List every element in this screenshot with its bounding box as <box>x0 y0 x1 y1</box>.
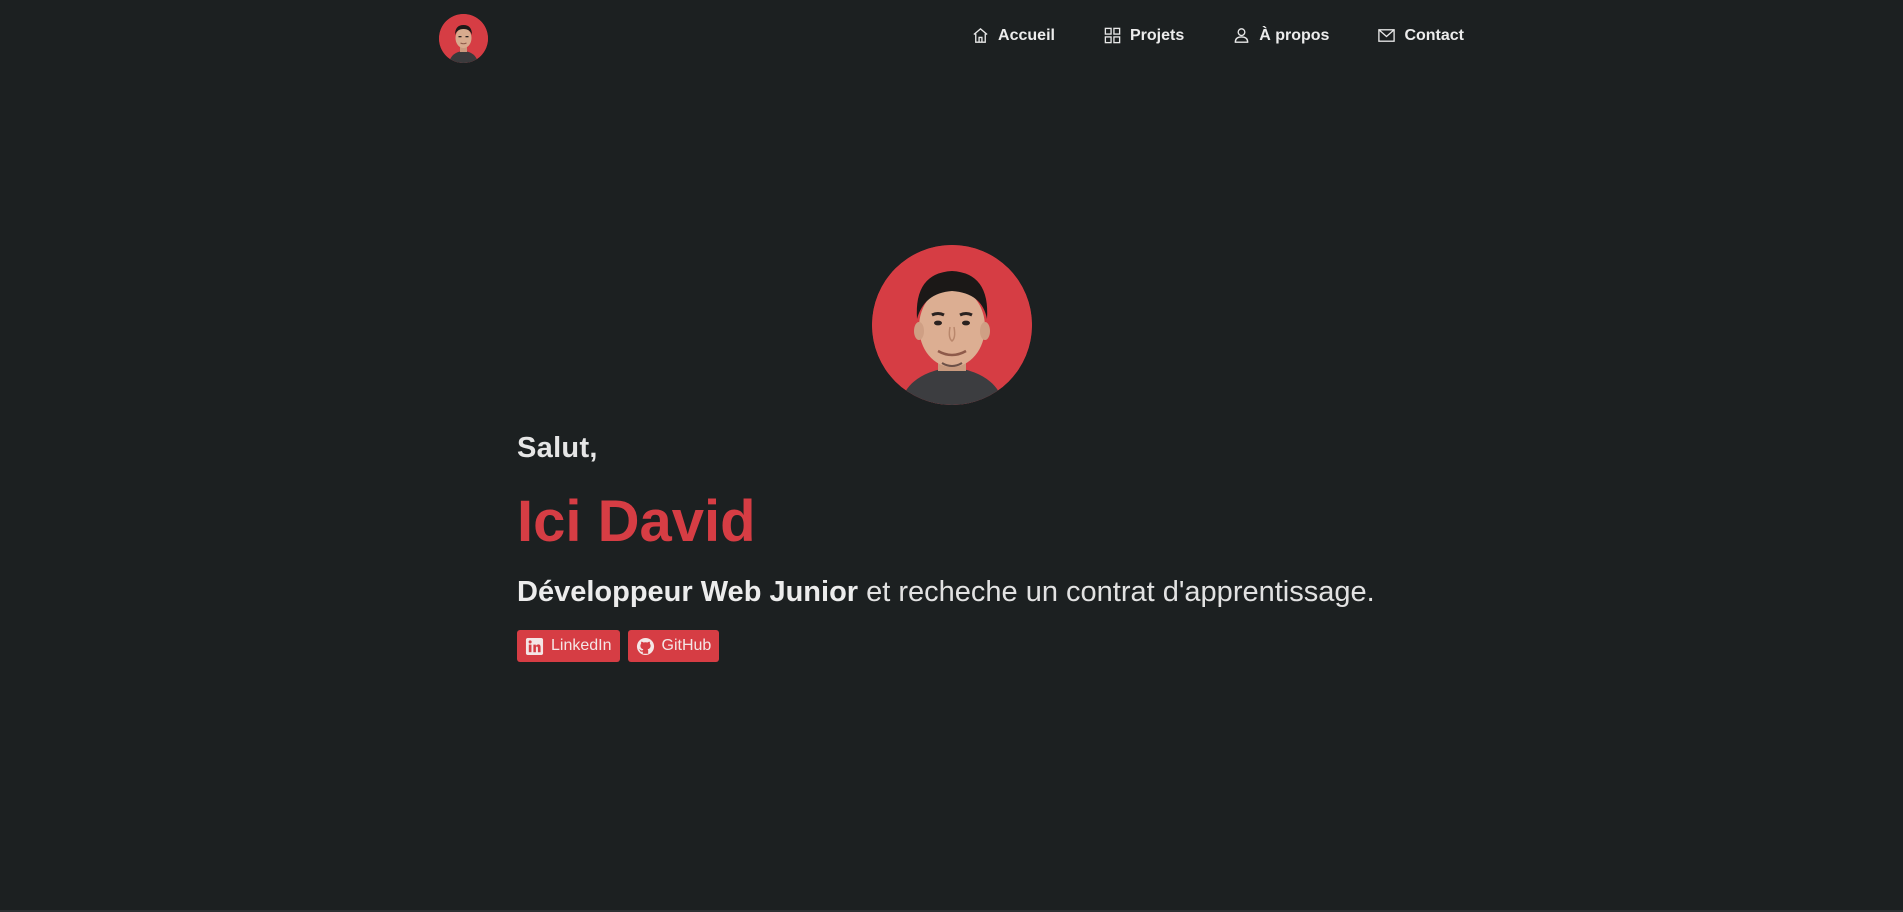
nav-item-label: Accueil <box>998 26 1055 44</box>
brand-avatar[interactable] <box>439 14 488 63</box>
mail-icon <box>1378 29 1396 42</box>
tagline: Développeur Web Junior et recheche un co… <box>517 574 1417 610</box>
social-links: LinkedIn GitHub <box>517 630 1417 662</box>
portrait-photo-icon <box>872 245 1032 405</box>
grid-icon <box>1104 27 1121 44</box>
github-icon <box>636 637 654 655</box>
navbar: Accueil Projets À propos Contact <box>0 0 1903 78</box>
user-icon <box>1234 28 1249 43</box>
nav-item-label: Contact <box>1404 26 1464 44</box>
greeting: Salut, <box>517 432 598 464</box>
linkedin-label: LinkedIn <box>551 637 612 654</box>
avatar-face-icon <box>439 14 488 63</box>
hero-avatar <box>872 245 1032 405</box>
page: Accueil Projets À propos Contact Salut, … <box>0 0 1903 912</box>
linkedin-button[interactable]: LinkedIn <box>517 630 620 662</box>
nav-links: Accueil Projets À propos Contact <box>971 26 1464 45</box>
nav-item-label: Projets <box>1129 26 1185 44</box>
hero-section: Salut, Ici David Développeur Web Junior … <box>517 428 1417 662</box>
tagline-text: et recheche un contrat d'apprentissage. <box>858 576 1375 608</box>
hero-name: Ici David <box>517 489 756 554</box>
nav-item-a-propos[interactable]: À propos <box>1232 26 1329 45</box>
role-title: Développeur Web Junior <box>517 576 859 608</box>
linkedin-icon <box>525 637 544 655</box>
nav-item-label: À propos <box>1259 26 1330 44</box>
nav-item-contact[interactable]: Contact <box>1377 26 1464 45</box>
github-button[interactable]: GitHub <box>627 630 720 662</box>
nav-item-projets[interactable]: Projets <box>1103 26 1184 45</box>
home-icon <box>973 27 988 43</box>
nav-item-accueil[interactable]: Accueil <box>971 26 1055 45</box>
github-label: GitHub <box>661 637 712 654</box>
